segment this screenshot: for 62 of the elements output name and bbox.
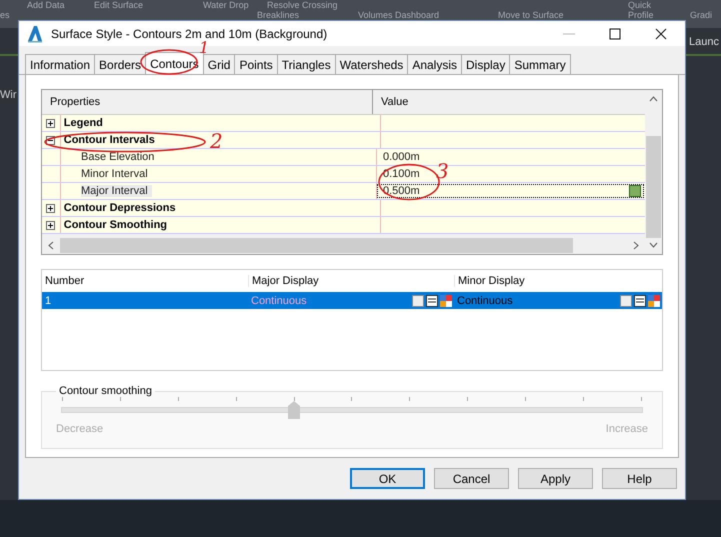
- expander-icon[interactable]: [46, 220, 56, 230]
- vertical-scrollbar[interactable]: [646, 136, 661, 238]
- slider-max-label: Increase: [606, 423, 648, 435]
- scroll-left-icon[interactable]: [48, 241, 54, 250]
- ribbon-label[interactable]: Resolve Crossing: [267, 0, 338, 10]
- ribbon-label[interactable]: Profile: [628, 10, 654, 20]
- property-value[interactable]: 0.500m: [383, 185, 420, 197]
- dialog-button[interactable]: Help: [602, 468, 677, 489]
- table-cell: Continuous: [251, 294, 307, 306]
- scroll-right-icon[interactable]: [633, 241, 639, 250]
- ribbon-label[interactable]: Volumes Dashboard: [358, 10, 440, 20]
- column-header: Minor Display: [454, 275, 662, 287]
- column-header: Value: [380, 95, 408, 110]
- property-label[interactable]: Base Elevation: [81, 151, 158, 163]
- tab[interactable]: Triangles: [276, 54, 336, 74]
- ribbon-label[interactable]: Add Data: [27, 0, 65, 10]
- app-logo-icon: [27, 24, 43, 42]
- window-title: Surface Style - Contours 2m and 10m (Background): [51, 26, 328, 40]
- property-label[interactable]: Major Interval: [81, 185, 152, 197]
- ribbon-label[interactable]: Gradi: [690, 10, 712, 20]
- ribbon-label[interactable]: Quick: [628, 0, 652, 10]
- column-header: Major Display: [248, 275, 454, 287]
- slider-min-label: Decrease: [56, 423, 104, 435]
- ribbon-label[interactable]: Launc: [689, 36, 719, 49]
- ribbon-label[interactable]: Move to Surface: [498, 10, 564, 20]
- column-header: Number: [44, 275, 86, 287]
- close-icon[interactable]: [655, 28, 667, 40]
- table-cell: Continuous: [457, 294, 513, 306]
- panel-label: Wir: [0, 89, 16, 102]
- expander-icon[interactable]: [46, 118, 56, 128]
- column-header: Properties: [42, 90, 373, 114]
- expander-icon[interactable]: [46, 204, 56, 212]
- dialog-button[interactable]: Apply: [518, 468, 593, 489]
- dialog-button[interactable]: OK: [350, 468, 425, 489]
- category-label[interactable]: Contour Depressions: [64, 202, 176, 214]
- table-cell: 1: [45, 294, 52, 306]
- smoothing-slider[interactable]: [61, 401, 643, 419]
- category-label[interactable]: Contour Smoothing: [64, 219, 168, 231]
- ribbon-label[interactable]: es: [0, 10, 10, 20]
- list-row[interactable]: 1 Continuous Continuous: [42, 292, 662, 309]
- scroll-up-icon[interactable]: [649, 96, 658, 102]
- edit-button-icon[interactable]: [629, 185, 641, 197]
- ribbon-label[interactable]: Breaklines: [257, 10, 300, 20]
- ribbon-label[interactable]: Water Drop: [203, 0, 249, 10]
- tab[interactable]: Analysis: [407, 54, 462, 74]
- style-tools-icon[interactable]: [620, 294, 660, 306]
- group-title: Contour smoothing: [58, 385, 153, 397]
- maximize-icon[interactable]: [609, 28, 621, 40]
- tab[interactable]: Summary: [509, 54, 571, 74]
- property-label[interactable]: Minor Interval: [81, 168, 152, 180]
- scroll-down-icon[interactable]: [649, 242, 658, 248]
- style-tools-icon[interactable]: [412, 294, 452, 306]
- slider-thumb[interactable]: [288, 401, 300, 419]
- horizontal-scrollbar[interactable]: [60, 238, 573, 253]
- category-label[interactable]: Legend: [64, 117, 103, 129]
- property-value[interactable]: 0.100m: [383, 168, 420, 180]
- tab[interactable]: Display: [461, 54, 510, 74]
- property-value[interactable]: 0.000m: [383, 151, 420, 163]
- annotation-number: 2: [210, 130, 223, 152]
- dialog-button[interactable]: Cancel: [434, 468, 509, 489]
- ribbon-label[interactable]: Edit Surface: [94, 0, 144, 10]
- tab[interactable]: Information: [25, 54, 96, 74]
